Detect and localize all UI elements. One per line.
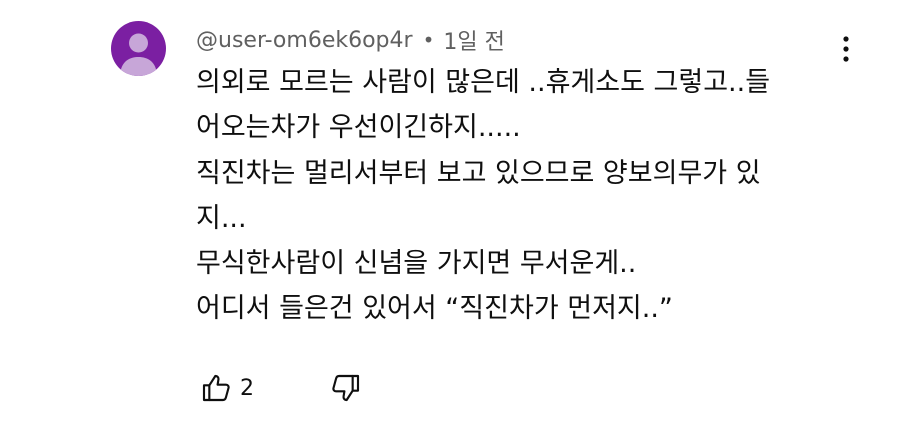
default-avatar-icon [120,33,157,76]
comment-line: 지... [196,202,247,234]
comment-line: 직진차는 멀리서부터 보고 있으므로 양보의무가 있 [196,157,761,189]
like-count: 2 [240,375,254,401]
comment-line: 의외로 모르는 사람이 많은데 ..휴게소도 그렇고..들 [196,67,771,98]
comment-line: 어디서 들은건 있어서 “직진차가 먼저지..” [196,293,673,325]
dislike-button[interactable] [326,368,366,408]
comment-timestamp[interactable]: 1일 전 [443,24,504,56]
comment-line: 어오는차가 우선이긴하지..... [196,112,521,144]
thumbs-down-icon [332,374,360,402]
separator-dot: • [422,28,435,52]
comment-line: 무식한사람이 신념을 가지면 무서운게.. [196,248,637,280]
comment-actions: 2 [196,368,366,408]
comment-header: @user-om6ek6op4r • 1일 전 [196,24,505,56]
thumbs-up-icon [202,374,230,402]
avatar[interactable] [111,21,166,76]
comment-text: 의외로 모르는 사람이 많은데 ..휴게소도 그렇고..들 어오는차가 우선이긴… [196,60,876,332]
like-button[interactable] [196,368,236,408]
author-name[interactable]: @user-om6ek6op4r [196,28,413,53]
